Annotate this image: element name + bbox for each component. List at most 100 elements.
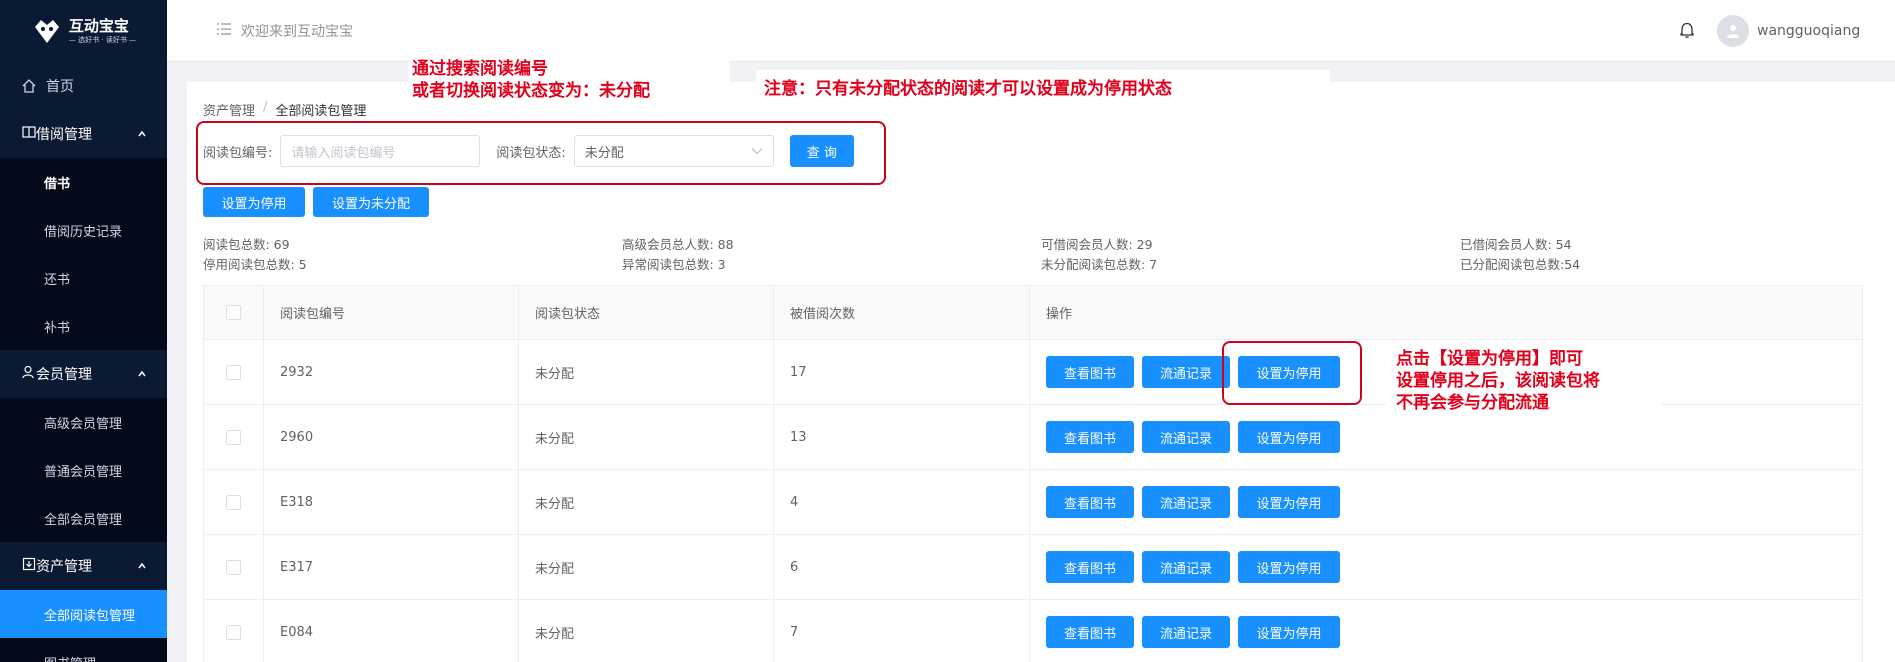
cell-count: 7 [774, 600, 1030, 662]
cell-status: 未分配 [519, 535, 774, 599]
set-unassigned-button[interactable]: 设置为未分配 [313, 187, 429, 217]
top-header: 欢迎来到互动宝宝 wangguoqiang [167, 0, 1895, 62]
stat-borrowable-members: 可借阅会员人数: 29 [1041, 237, 1153, 252]
row-checkbox[interactable] [226, 624, 241, 640]
menu-group-label: 资产管理 [36, 559, 92, 575]
view-books-button[interactable]: 查看图书 [1046, 421, 1134, 453]
menu-toggle-icon[interactable] [217, 23, 231, 39]
sidebar: 互动宝宝 — 选好书 · 读好书 — 首页 借阅管理 借书 借阅历史记录 还书 … [0, 0, 167, 662]
logo-subtitle: — 选好书 · 读好书 — [68, 35, 137, 44]
cell-code: E084 [264, 600, 519, 662]
cell-status: 未分配 [519, 600, 774, 662]
header-actions: 操作 [1046, 307, 1073, 322]
cell-code: 2960 [264, 405, 519, 469]
annotation-search-line-2: 或者切换阅读状态变为：未分配 [412, 81, 650, 101]
row-checkbox[interactable] [226, 559, 241, 575]
select-all-checkbox[interactable] [226, 305, 241, 320]
cell-code: E318 [264, 470, 519, 534]
username[interactable]: wangguoqiang [1757, 23, 1860, 39]
home-icon [22, 79, 36, 93]
table-header-row: 阅读包编号 阅读包状态 被借阅次数 操作 [204, 286, 1862, 340]
bell-icon[interactable] [1679, 21, 1695, 43]
sidebar-item-all-packages[interactable]: 全部阅读包管理 [0, 590, 167, 638]
breadcrumb-item-assets[interactable]: 资产管理 [203, 100, 255, 119]
view-books-button[interactable]: 查看图书 [1046, 356, 1134, 388]
flow-records-button[interactable]: 流通记录 [1142, 356, 1230, 388]
sidebar-item-borrow-history[interactable]: 借阅历史记录 [0, 206, 167, 254]
header-status: 阅读包状态 [519, 286, 774, 339]
menu-group-assets[interactable]: 资产管理 [0, 542, 167, 590]
stat-premium-members: 高级会员总人数: 88 [622, 237, 734, 252]
book-icon [22, 125, 36, 143]
breadcrumb-separator: / [263, 100, 268, 115]
sidebar-item-all-members[interactable]: 全部会员管理 [0, 494, 167, 542]
header-code: 阅读包编号 [264, 286, 519, 339]
chevron-up-icon [137, 559, 147, 575]
annotation-click-line-3: 不再会参与分配流通 [1396, 393, 1549, 413]
stat-borrowed-members: 已借阅会员人数: 54 [1460, 237, 1572, 252]
row-set-disabled-button[interactable]: 设置为停用 [1238, 421, 1340, 453]
table-row: E318 未分配 4 查看图书 流通记录 设置为停用 [204, 470, 1862, 535]
cell-count: 4 [774, 470, 1030, 534]
sidebar-item-replenish[interactable]: 补书 [0, 302, 167, 350]
menu-group-members[interactable]: 会员管理 [0, 350, 167, 398]
cell-count: 13 [774, 405, 1030, 469]
download-box-icon [22, 557, 36, 575]
table-row: E317 未分配 6 查看图书 流通记录 设置为停用 [204, 535, 1862, 600]
annotation-warning: 注意：只有未分配状态的阅读才可以设置成为停用状态 [756, 70, 1330, 108]
cell-status: 未分配 [519, 340, 774, 404]
set-disabled-button[interactable]: 设置为停用 [203, 187, 305, 217]
row-set-disabled-button[interactable]: 设置为停用 [1238, 616, 1340, 648]
annotation-click-note: 点击【设置为停用】即可 设置停用之后，该阅读包将 不再会参与分配流通 [1386, 348, 1662, 414]
cell-count: 6 [774, 535, 1030, 599]
breadcrumb: 资产管理 / 全部阅读包管理 [203, 100, 366, 119]
stat-assigned-packages: 已分配阅读包总数:54 [1460, 257, 1581, 272]
logo-title: 互动宝宝 [68, 16, 129, 35]
view-books-button[interactable]: 查看图书 [1046, 551, 1134, 583]
row-checkbox[interactable] [226, 494, 241, 510]
search-highlight-frame [196, 121, 886, 185]
view-books-button[interactable]: 查看图书 [1046, 616, 1134, 648]
flow-records-button[interactable]: 流通记录 [1142, 616, 1230, 648]
menu-home-label: 首页 [46, 79, 74, 95]
sidebar-item-regular-members[interactable]: 普通会员管理 [0, 446, 167, 494]
flow-records-button[interactable]: 流通记录 [1142, 421, 1230, 453]
cell-status: 未分配 [519, 470, 774, 534]
flow-records-button[interactable]: 流通记录 [1142, 486, 1230, 518]
sidebar-item-borrow[interactable]: 借书 [0, 158, 167, 206]
table-row: 2960 未分配 13 查看图书 流通记录 设置为停用 [204, 405, 1862, 470]
avatar[interactable] [1717, 15, 1749, 47]
packages-table: 阅读包编号 阅读包状态 被借阅次数 操作 2932 未分配 17 查看图书 流通… [203, 285, 1863, 662]
menu-group-label: 借阅管理 [36, 127, 92, 143]
sidebar-item-return[interactable]: 还书 [0, 254, 167, 302]
cell-count: 17 [774, 340, 1030, 404]
row-set-disabled-button[interactable]: 设置为停用 [1238, 551, 1340, 583]
cell-code: E317 [264, 535, 519, 599]
chevron-up-icon [137, 127, 147, 143]
user-icon [22, 365, 36, 383]
stat-unassigned-packages: 未分配阅读包总数: 7 [1041, 257, 1158, 272]
disable-button-highlight-frame [1222, 341, 1362, 405]
annotation-click-line-1: 点击【设置为停用】即可 [1396, 349, 1583, 369]
flow-records-button[interactable]: 流通记录 [1142, 551, 1230, 583]
sidebar-item-premium-members[interactable]: 高级会员管理 [0, 398, 167, 446]
stat-disabled-packages: 停用阅读包总数: 5 [203, 257, 307, 272]
row-checkbox[interactable] [226, 429, 241, 445]
annotation-click-line-2: 设置停用之后，该阅读包将 [1396, 371, 1600, 391]
annotation-search-line-1: 通过搜索阅读编号 [412, 59, 548, 79]
breadcrumb-item-current: 全部阅读包管理 [275, 104, 367, 119]
stat-abnormal-packages: 异常阅读包总数: 3 [622, 257, 726, 272]
row-set-disabled-button[interactable]: 设置为停用 [1238, 486, 1340, 518]
logo-icon [34, 20, 59, 43]
stat-total-packages: 阅读包总数: 69 [203, 237, 290, 252]
table-row: E084 未分配 7 查看图书 流通记录 设置为停用 [204, 600, 1862, 662]
chevron-up-icon [137, 367, 147, 383]
row-checkbox[interactable] [226, 364, 241, 380]
view-books-button[interactable]: 查看图书 [1046, 486, 1134, 518]
menu-group-label: 会员管理 [36, 367, 92, 383]
annotation-search-note: 通过搜索阅读编号 或者切换阅读状态变为：未分配 [408, 56, 730, 104]
cell-code: 2932 [264, 340, 519, 404]
sidebar-item-books[interactable]: 图书管理 [0, 638, 167, 662]
menu-home[interactable]: 首页 [0, 62, 167, 110]
menu-group-borrow[interactable]: 借阅管理 [0, 110, 167, 158]
